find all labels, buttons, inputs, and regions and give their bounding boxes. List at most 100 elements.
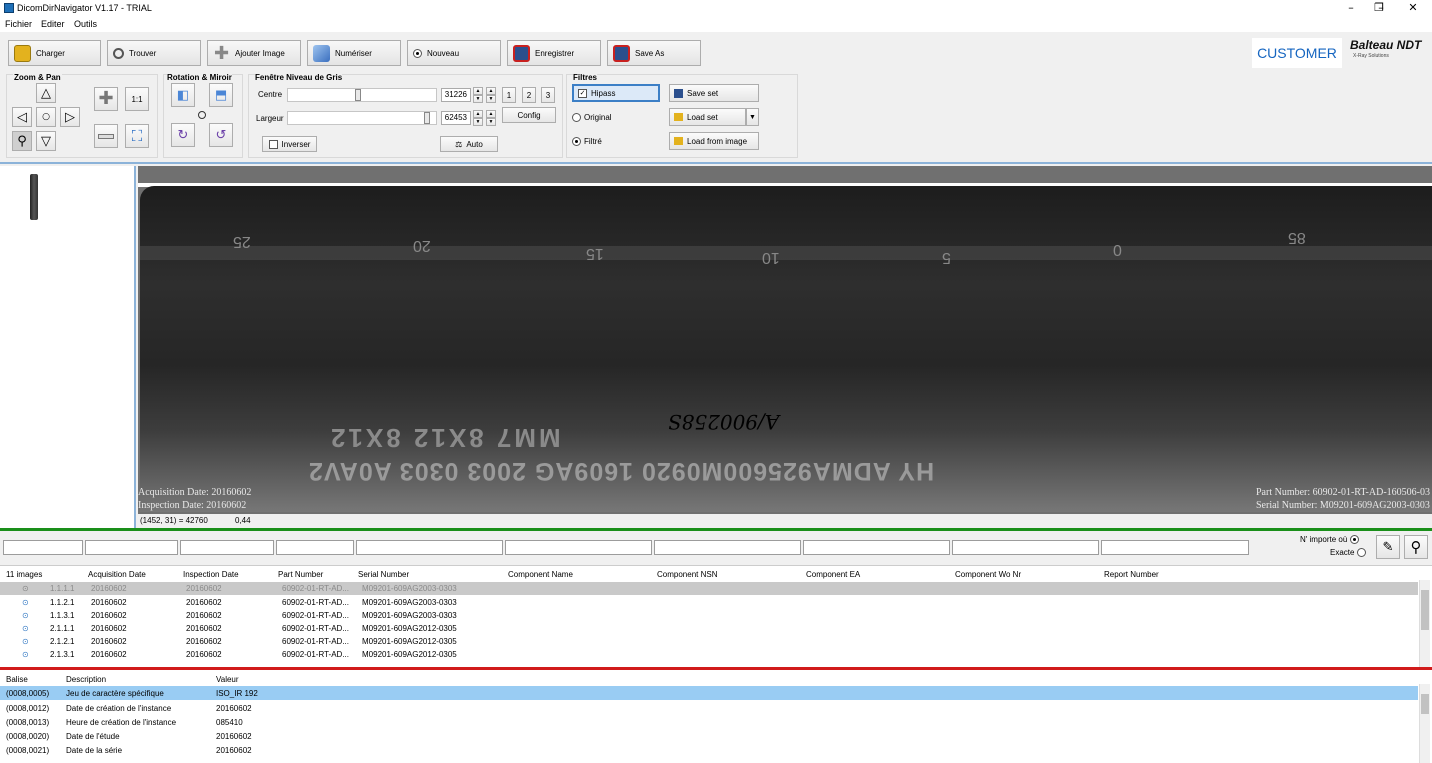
tags-header-description[interactable]: Description xyxy=(66,675,106,684)
pan-down-button[interactable]: ▽ xyxy=(36,131,56,151)
centre-slider-thumb[interactable] xyxy=(355,89,361,101)
filter-field-report-number[interactable] xyxy=(1101,540,1249,555)
preset-1-button[interactable]: 1 xyxy=(502,87,516,103)
menu-fichier[interactable]: Fichier xyxy=(5,19,32,29)
width-up-button[interactable]: ▲ xyxy=(473,110,483,118)
list-header-component-ea[interactable]: Component EA xyxy=(806,570,860,579)
pan-center-button[interactable]: ○ xyxy=(36,107,56,127)
zoom-1to1-button[interactable]: 1:1 xyxy=(125,87,149,111)
list-header-part-number[interactable]: Part Number xyxy=(278,570,323,579)
tag-row[interactable]: (0008,0020) Date de l'étude 20160602 xyxy=(0,729,1418,743)
list-header-acq-date[interactable]: Acquisition Date xyxy=(88,570,146,579)
list-header-serial-number[interactable]: Serial Number xyxy=(358,570,409,579)
list-scrollbar-thumb[interactable] xyxy=(1421,590,1429,630)
centre-value[interactable]: 31226 xyxy=(441,88,471,102)
filtered-radio[interactable] xyxy=(572,137,581,146)
ajouter-image-button[interactable]: ✚ Ajouter Image xyxy=(207,40,301,66)
load-set-button[interactable]: Load set xyxy=(669,108,746,126)
nouveau-button[interactable]: Nouveau xyxy=(407,40,501,66)
filter-field-images[interactable] xyxy=(3,540,83,555)
filter-field-component-nsn[interactable] xyxy=(654,540,801,555)
list-header-images[interactable]: 11 images xyxy=(6,570,42,579)
image-viewer[interactable]: 25 20 15 10 5 0 85 MM7 8X12 8X12 HY ADMA… xyxy=(138,166,1432,528)
restore-button[interactable]: ❐ xyxy=(1362,0,1396,16)
fit-window-button[interactable]: ⛶ xyxy=(125,124,149,148)
list-header-component-name[interactable]: Component Name xyxy=(508,570,573,579)
config-button[interactable]: Config xyxy=(502,107,556,123)
trouver-button[interactable]: Trouver xyxy=(107,40,201,66)
search-button[interactable]: ⚲ xyxy=(1404,535,1428,559)
centre-up-button-2[interactable]: ▲ xyxy=(486,87,496,95)
width-up-button-2[interactable]: ▲ xyxy=(486,110,496,118)
list-header-insp-date[interactable]: Inspection Date xyxy=(183,570,239,579)
image-thumbnail[interactable] xyxy=(30,174,38,220)
numeriser-button[interactable]: Numériser xyxy=(307,40,401,66)
filter-field-component-name[interactable] xyxy=(505,540,652,555)
tags-header-valeur[interactable]: Valeur xyxy=(216,675,239,684)
mirror-vertical-button[interactable]: ⬒ xyxy=(209,83,233,107)
original-radio[interactable] xyxy=(572,113,581,122)
pan-up-button[interactable]: △ xyxy=(36,83,56,103)
anywhere-radio-row[interactable]: N' importe où xyxy=(1300,535,1360,544)
table-row[interactable]: ⊙ 1.1.1.1 20160602 20160602 60902-01-RT-… xyxy=(0,582,1418,595)
table-row[interactable]: ⊙ 1.1.3.1 20160602 20160602 60902-01-RT-… xyxy=(0,609,1418,622)
hipass-checkbox[interactable]: ✓ xyxy=(578,88,587,98)
rotate-right-button[interactable]: ↻ xyxy=(171,123,195,147)
centre-down-button-2[interactable]: ▼ xyxy=(486,95,496,103)
width-down-button-2[interactable]: ▼ xyxy=(486,118,496,126)
filter-field-component-wo[interactable] xyxy=(952,540,1099,555)
list-header-component-nsn[interactable]: Component NSN xyxy=(657,570,717,579)
filter-field-serial-number[interactable] xyxy=(356,540,503,555)
exact-radio[interactable] xyxy=(1357,548,1367,557)
edit-filter-button[interactable]: ✎ xyxy=(1376,535,1400,559)
zoom-out-button[interactable] xyxy=(94,124,118,148)
zoom-tool-button[interactable]: ⚲ xyxy=(12,131,32,151)
list-header-component-wo[interactable]: Component Wo Nr xyxy=(955,570,1021,579)
invert-toggle[interactable]: Inverser xyxy=(262,136,317,152)
width-value[interactable]: 62453 xyxy=(441,111,471,125)
original-radio-row[interactable]: Original xyxy=(572,113,612,122)
close-button[interactable]: ✕ xyxy=(1396,0,1430,16)
table-row[interactable]: ⊙ 2.1.2.1 20160602 20160602 60902-01-RT-… xyxy=(0,635,1418,648)
charger-button[interactable]: Charger xyxy=(8,40,101,66)
menu-outils[interactable]: Outils xyxy=(74,19,97,29)
exact-radio-row[interactable]: Exacte xyxy=(1330,548,1367,557)
width-slider-thumb[interactable] xyxy=(424,112,430,124)
anywhere-radio[interactable] xyxy=(1350,535,1360,544)
pan-right-button[interactable]: ▷ xyxy=(60,107,80,127)
rotate-left-button[interactable]: ↺ xyxy=(209,123,233,147)
filter-field-insp-date[interactable] xyxy=(180,540,274,555)
filter-field-part-number[interactable] xyxy=(276,540,354,555)
centre-up-button[interactable]: ▲ xyxy=(473,87,483,95)
invert-checkbox[interactable] xyxy=(268,139,278,149)
table-row[interactable]: ⊙ 2.1.3.1 20160602 20160602 60902-01-RT-… xyxy=(0,648,1418,661)
menu-editer[interactable]: Editer xyxy=(41,19,65,29)
filter-field-component-ea[interactable] xyxy=(803,540,950,555)
filter-field-acq-date[interactable] xyxy=(85,540,178,555)
table-row[interactable]: ⊙ 1.1.2.1 20160602 20160602 60902-01-RT-… xyxy=(0,596,1418,609)
pan-left-button[interactable]: ◁ xyxy=(12,107,32,127)
preset-3-button[interactable]: 3 xyxy=(541,87,555,103)
tag-row[interactable]: (0008,0021) Date de la série 20160602 xyxy=(0,743,1418,757)
load-set-dropdown[interactable]: ▼ xyxy=(746,108,759,126)
centre-down-button[interactable]: ▼ xyxy=(473,95,483,103)
width-down-button[interactable]: ▼ xyxy=(473,118,483,126)
tag-row[interactable]: (0008,0013) Heure de création de l'insta… xyxy=(0,715,1418,729)
list-header-report-number[interactable]: Report Number xyxy=(1104,570,1159,579)
tag-row[interactable]: (0008,0012) Date de création de l'instan… xyxy=(0,701,1418,715)
preset-2-button[interactable]: 2 xyxy=(522,87,536,103)
width-slider[interactable] xyxy=(287,111,437,125)
hipass-toggle[interactable]: ✓ Hipass xyxy=(572,84,660,102)
load-from-image-button[interactable]: Load from image xyxy=(669,132,759,150)
enregistrer-button[interactable]: Enregistrer xyxy=(507,40,601,66)
auto-button[interactable]: ⚖ Auto xyxy=(440,136,498,152)
zoom-in-button[interactable]: ✚ xyxy=(94,87,118,111)
tags-scrollbar[interactable] xyxy=(1419,684,1430,763)
tag-row[interactable]: (0008,0005) Jeu de caractère spécifique … xyxy=(0,686,1418,700)
mirror-horizontal-button[interactable]: ◧ xyxy=(171,83,195,107)
save-as-button[interactable]: Save As xyxy=(607,40,701,66)
filtered-radio-row[interactable]: Filtré xyxy=(572,137,602,146)
list-scrollbar[interactable] xyxy=(1419,580,1430,668)
tags-header-balise[interactable]: Balise xyxy=(6,675,28,684)
save-set-button[interactable]: Save set xyxy=(669,84,759,102)
